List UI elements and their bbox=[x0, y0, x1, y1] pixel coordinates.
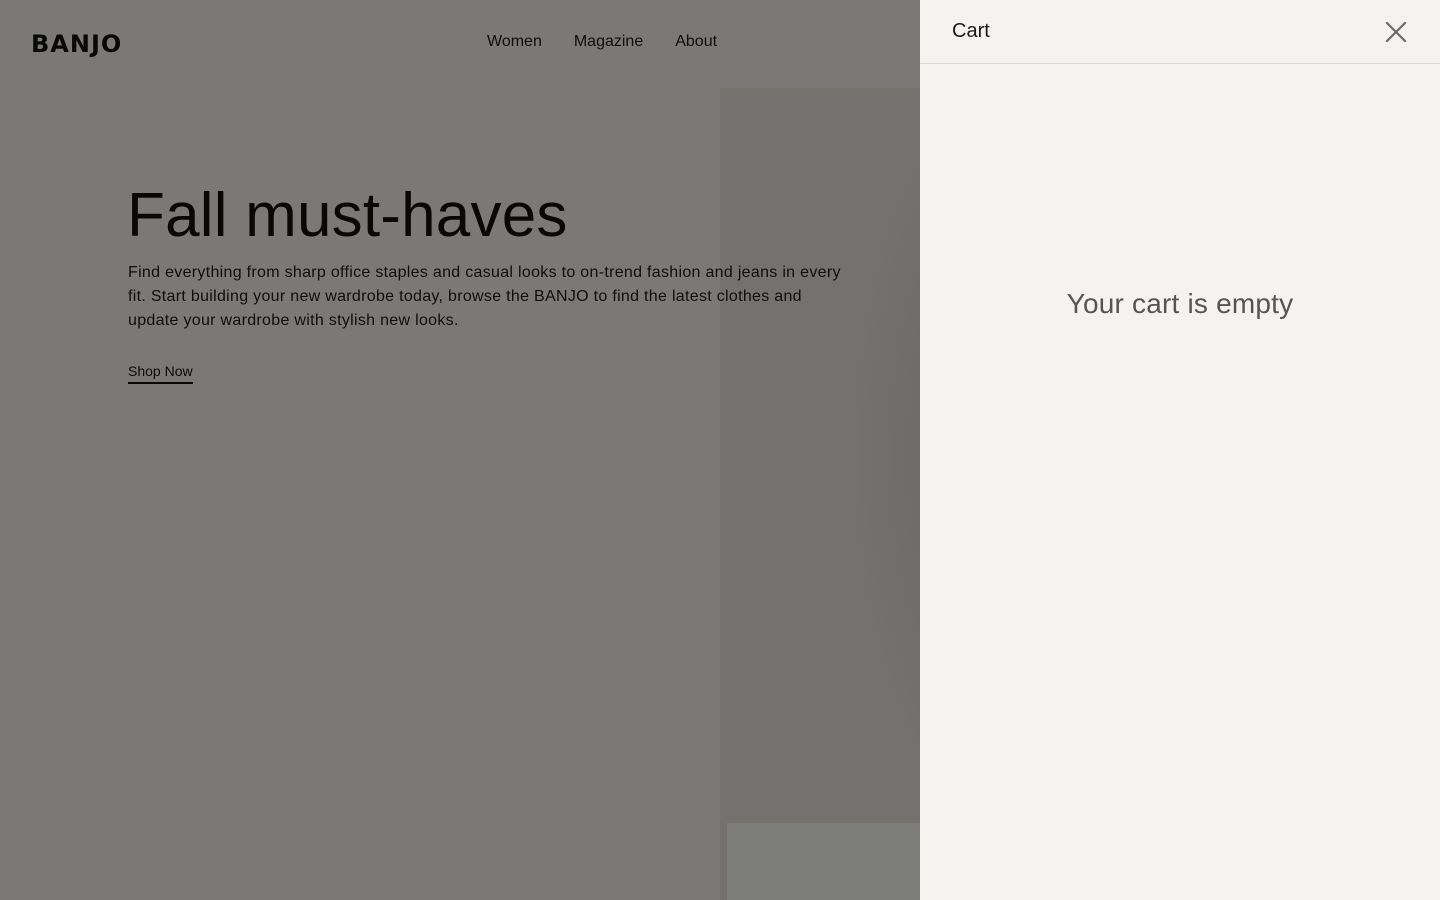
close-icon bbox=[1385, 21, 1407, 43]
cart-header: Cart bbox=[920, 0, 1440, 64]
cart-drawer: Cart Your cart is empty bbox=[920, 0, 1440, 900]
cart-title: Cart bbox=[952, 20, 990, 42]
close-cart-button[interactable] bbox=[1382, 18, 1410, 46]
cart-empty-message: Your cart is empty bbox=[1066, 288, 1294, 319]
